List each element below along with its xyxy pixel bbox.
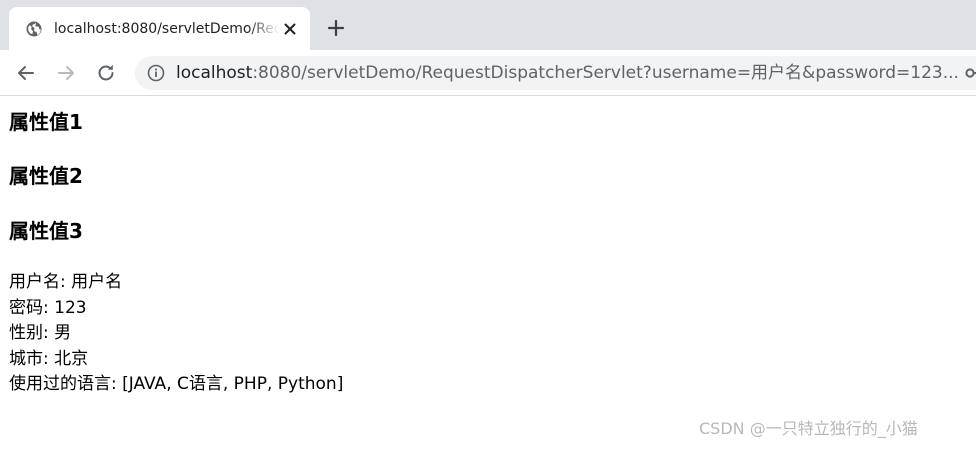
url-text[interactable]: localhost:8080/servletDemo/RequestDispat…: [176, 62, 959, 84]
info-icon[interactable]: [147, 64, 165, 82]
attribute-heading-2: 属性值2: [9, 164, 83, 188]
url-host: localhost: [176, 63, 253, 83]
attribute-heading-3: 属性值3: [9, 219, 83, 243]
city-line: 城市: 北京: [9, 348, 89, 369]
plus-icon[interactable]: [324, 16, 348, 40]
browser-toolbar: localhost:8080/servletDemo/RequestDispat…: [0, 50, 976, 96]
languages-line: 使用过的语言: [JAVA, C语言, PHP, Python]: [9, 374, 344, 395]
tab-strip: localhost:8080/servletDemo/RequestDispat…: [0, 0, 976, 50]
password-line: 密码: 123: [9, 297, 87, 318]
globe-icon: [26, 21, 42, 37]
close-icon[interactable]: [281, 20, 299, 38]
gender-line: 性别: 男: [9, 323, 72, 344]
arrow-right-icon[interactable]: [54, 61, 78, 85]
arrow-left-icon[interactable]: [14, 61, 38, 85]
parameter-list: 用户名: 用户名 密码: 123 性别: 男 城市: 北京 使用过的语言: [J…: [9, 270, 343, 398]
address-bar[interactable]: localhost:8080/servletDemo/RequestDispat…: [135, 56, 976, 90]
url-path: :8080/servletDemo/RequestDispatcherServl…: [252, 63, 959, 83]
key-icon[interactable]: [965, 65, 976, 81]
username-line: 用户名: 用户名: [9, 272, 123, 292]
active-tab[interactable]: localhost:8080/servletDemo/RequestDispat…: [9, 7, 310, 50]
tab-title: localhost:8080/servletDemo/RequestDispat…: [54, 21, 279, 37]
attribute-heading-1: 属性值1: [9, 110, 83, 134]
reload-icon[interactable]: [94, 61, 118, 85]
csdn-watermark: CSDN @一只特立独行的_小猫: [699, 419, 918, 438]
